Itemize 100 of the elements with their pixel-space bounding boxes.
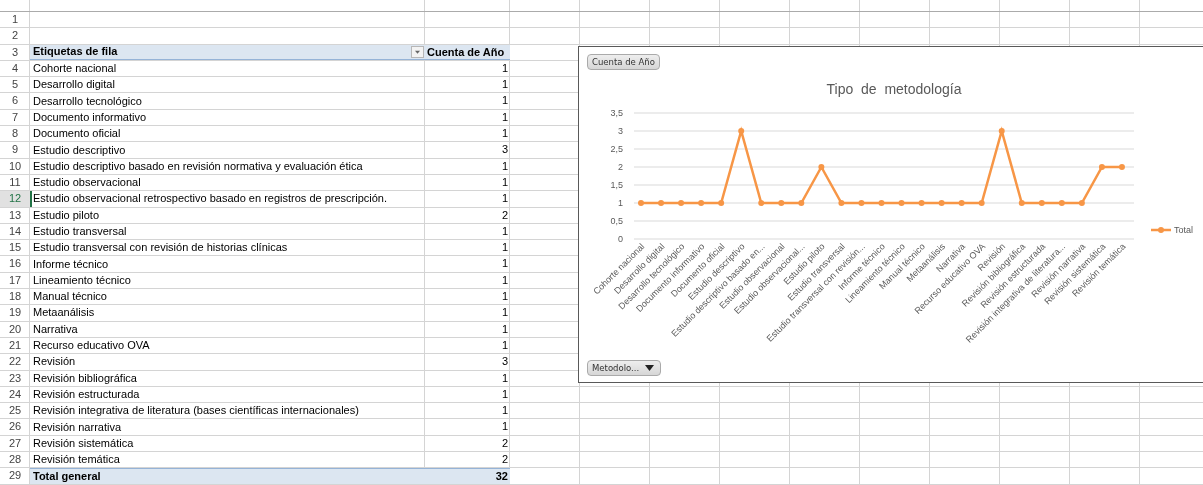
- count-cell-text: 1: [500, 272, 509, 288]
- row-label-cell-text: Estudio observacional: [32, 175, 142, 191]
- row-number[interactable]: 13: [0, 207, 30, 223]
- data-point: [1098, 164, 1105, 170]
- filter-dropdown-icon[interactable]: [411, 45, 424, 58]
- y-axis-label: 2: [618, 162, 623, 172]
- count-cell-text: 1: [500, 321, 509, 337]
- data-point: [778, 200, 785, 206]
- total-count-cell: 32: [425, 468, 510, 484]
- row-label-cell-text: Documento informativo: [32, 109, 148, 125]
- row-number[interactable]: 15: [0, 240, 30, 256]
- row-label-cell-text: Narrativa: [32, 321, 79, 337]
- row-number[interactable]: 20: [0, 321, 30, 337]
- row-number[interactable]: 24: [0, 386, 30, 403]
- data-point: [998, 128, 1005, 134]
- row-number[interactable]: 27: [0, 435, 30, 451]
- data-point: [738, 128, 745, 134]
- row-number[interactable]: 14: [0, 223, 30, 240]
- row-label-cell-text: Revisión bibliográfica: [32, 370, 138, 386]
- count-cell-text: 1: [500, 240, 509, 256]
- y-axis-label: 3: [618, 126, 623, 136]
- row-label-cell-text: Desarrollo digital: [32, 77, 116, 93]
- row-label-cell-text: Desarrollo tecnológico: [32, 93, 143, 109]
- row-number[interactable]: 4: [0, 60, 30, 77]
- y-axis-label: 1,5: [610, 180, 623, 190]
- y-axis-label: 3,5: [610, 108, 623, 118]
- row-number[interactable]: 7: [0, 109, 30, 126]
- row-number[interactable]: 3: [0, 44, 30, 60]
- row-number[interactable]: 22: [0, 354, 30, 370]
- chart-title: Tipo de metodología: [826, 81, 962, 97]
- y-axis-label: 0: [618, 234, 623, 244]
- y-axis-label: 0,5: [610, 216, 623, 226]
- count-cell-text: 1: [500, 191, 509, 207]
- row-number[interactable]: 9: [0, 142, 30, 158]
- count-cell-text: 2: [500, 207, 509, 223]
- data-point: [678, 200, 685, 206]
- row-number[interactable]: 8: [0, 126, 30, 142]
- row-number[interactable]: 28: [0, 452, 30, 468]
- row-label-cell-text: Revisión sistemática: [32, 435, 135, 451]
- field-button[interactable]: Cuenta de Año: [587, 54, 660, 70]
- count-cell-text: 1: [500, 60, 509, 76]
- y-axis-label: 2,5: [610, 144, 623, 154]
- count-cell-text: 1: [500, 223, 509, 239]
- row-number[interactable]: 16: [0, 256, 30, 272]
- data-point: [898, 200, 905, 206]
- row-label-cell-text: Estudio transversal: [32, 224, 128, 239]
- data-point: [1038, 200, 1045, 206]
- row-number[interactable]: 26: [0, 419, 30, 435]
- count-cell-text: 1: [500, 158, 509, 174]
- row-number[interactable]: 12: [0, 191, 30, 207]
- total-label-cell: Total general: [30, 468, 425, 484]
- data-point: [638, 200, 644, 206]
- data-point: [658, 200, 665, 206]
- axis-field-button[interactable]: Metodolo...: [587, 360, 662, 376]
- row-label-cell-text: Estudio transversal con revisión de historias clínicas: [32, 240, 289, 256]
- row-number[interactable]: 5: [0, 77, 30, 93]
- column-header: Cuenta de Año: [425, 44, 510, 60]
- data-point: [1018, 200, 1025, 206]
- row-number[interactable]: 10: [0, 158, 30, 174]
- row-label-cell-text: Revisión: [32, 354, 77, 370]
- row-number[interactable]: 1: [0, 12, 30, 28]
- data-point: [938, 200, 945, 206]
- count-cell-text: 3: [500, 142, 509, 158]
- row-number[interactable]: 2: [0, 28, 30, 44]
- count-cell-text: 2: [500, 452, 509, 467]
- row-number[interactable]: 21: [0, 337, 30, 354]
- count-cell-text: 2: [500, 435, 509, 451]
- row-number[interactable]: 29: [0, 468, 30, 484]
- row-number[interactable]: 18: [0, 289, 30, 305]
- count-cell-text: 1: [500, 419, 509, 435]
- count-cell-text: 1: [500, 305, 509, 321]
- legend-marker-icon: [1151, 227, 1171, 233]
- row-label-cell-text: Estudio descriptivo: [32, 142, 127, 158]
- data-point: [1058, 200, 1065, 206]
- data-point: [798, 200, 805, 206]
- row-number[interactable]: 17: [0, 272, 30, 289]
- row-label-cell-text: Recurso educativo OVA: [32, 338, 151, 354]
- data-point: [818, 164, 825, 170]
- count-cell-text: 1: [500, 109, 509, 125]
- data-point: [858, 200, 865, 206]
- data-point: [838, 200, 845, 206]
- data-point: [718, 200, 725, 206]
- row-label-cell-text: Lineamiento técnico: [32, 272, 132, 288]
- data-point: [1118, 164, 1125, 170]
- y-axis-label: 1: [618, 198, 623, 208]
- legend-label: Total: [1174, 225, 1193, 235]
- row-number[interactable]: 6: [0, 93, 30, 109]
- row-number[interactable]: 11: [0, 174, 30, 191]
- count-cell-text: 1: [500, 256, 509, 272]
- row-label-cell-text: Revisión temática: [32, 452, 121, 468]
- row-label-cell-text: Informe técnico: [32, 256, 110, 272]
- row-label-cell-text: Metaanálisis: [32, 305, 96, 321]
- row-label-cell-text: Revisión integrativa de literatura (bases científicas internacionales): [32, 403, 360, 419]
- row-number[interactable]: 19: [0, 305, 30, 321]
- row-label-cell-text: Documento oficial: [32, 126, 122, 142]
- row-number[interactable]: 23: [0, 370, 30, 386]
- row-number[interactable]: 25: [0, 403, 30, 419]
- count-cell-text: 1: [500, 403, 509, 419]
- count-cell-text: 1: [500, 289, 509, 305]
- count-cell-text: 1: [500, 174, 509, 190]
